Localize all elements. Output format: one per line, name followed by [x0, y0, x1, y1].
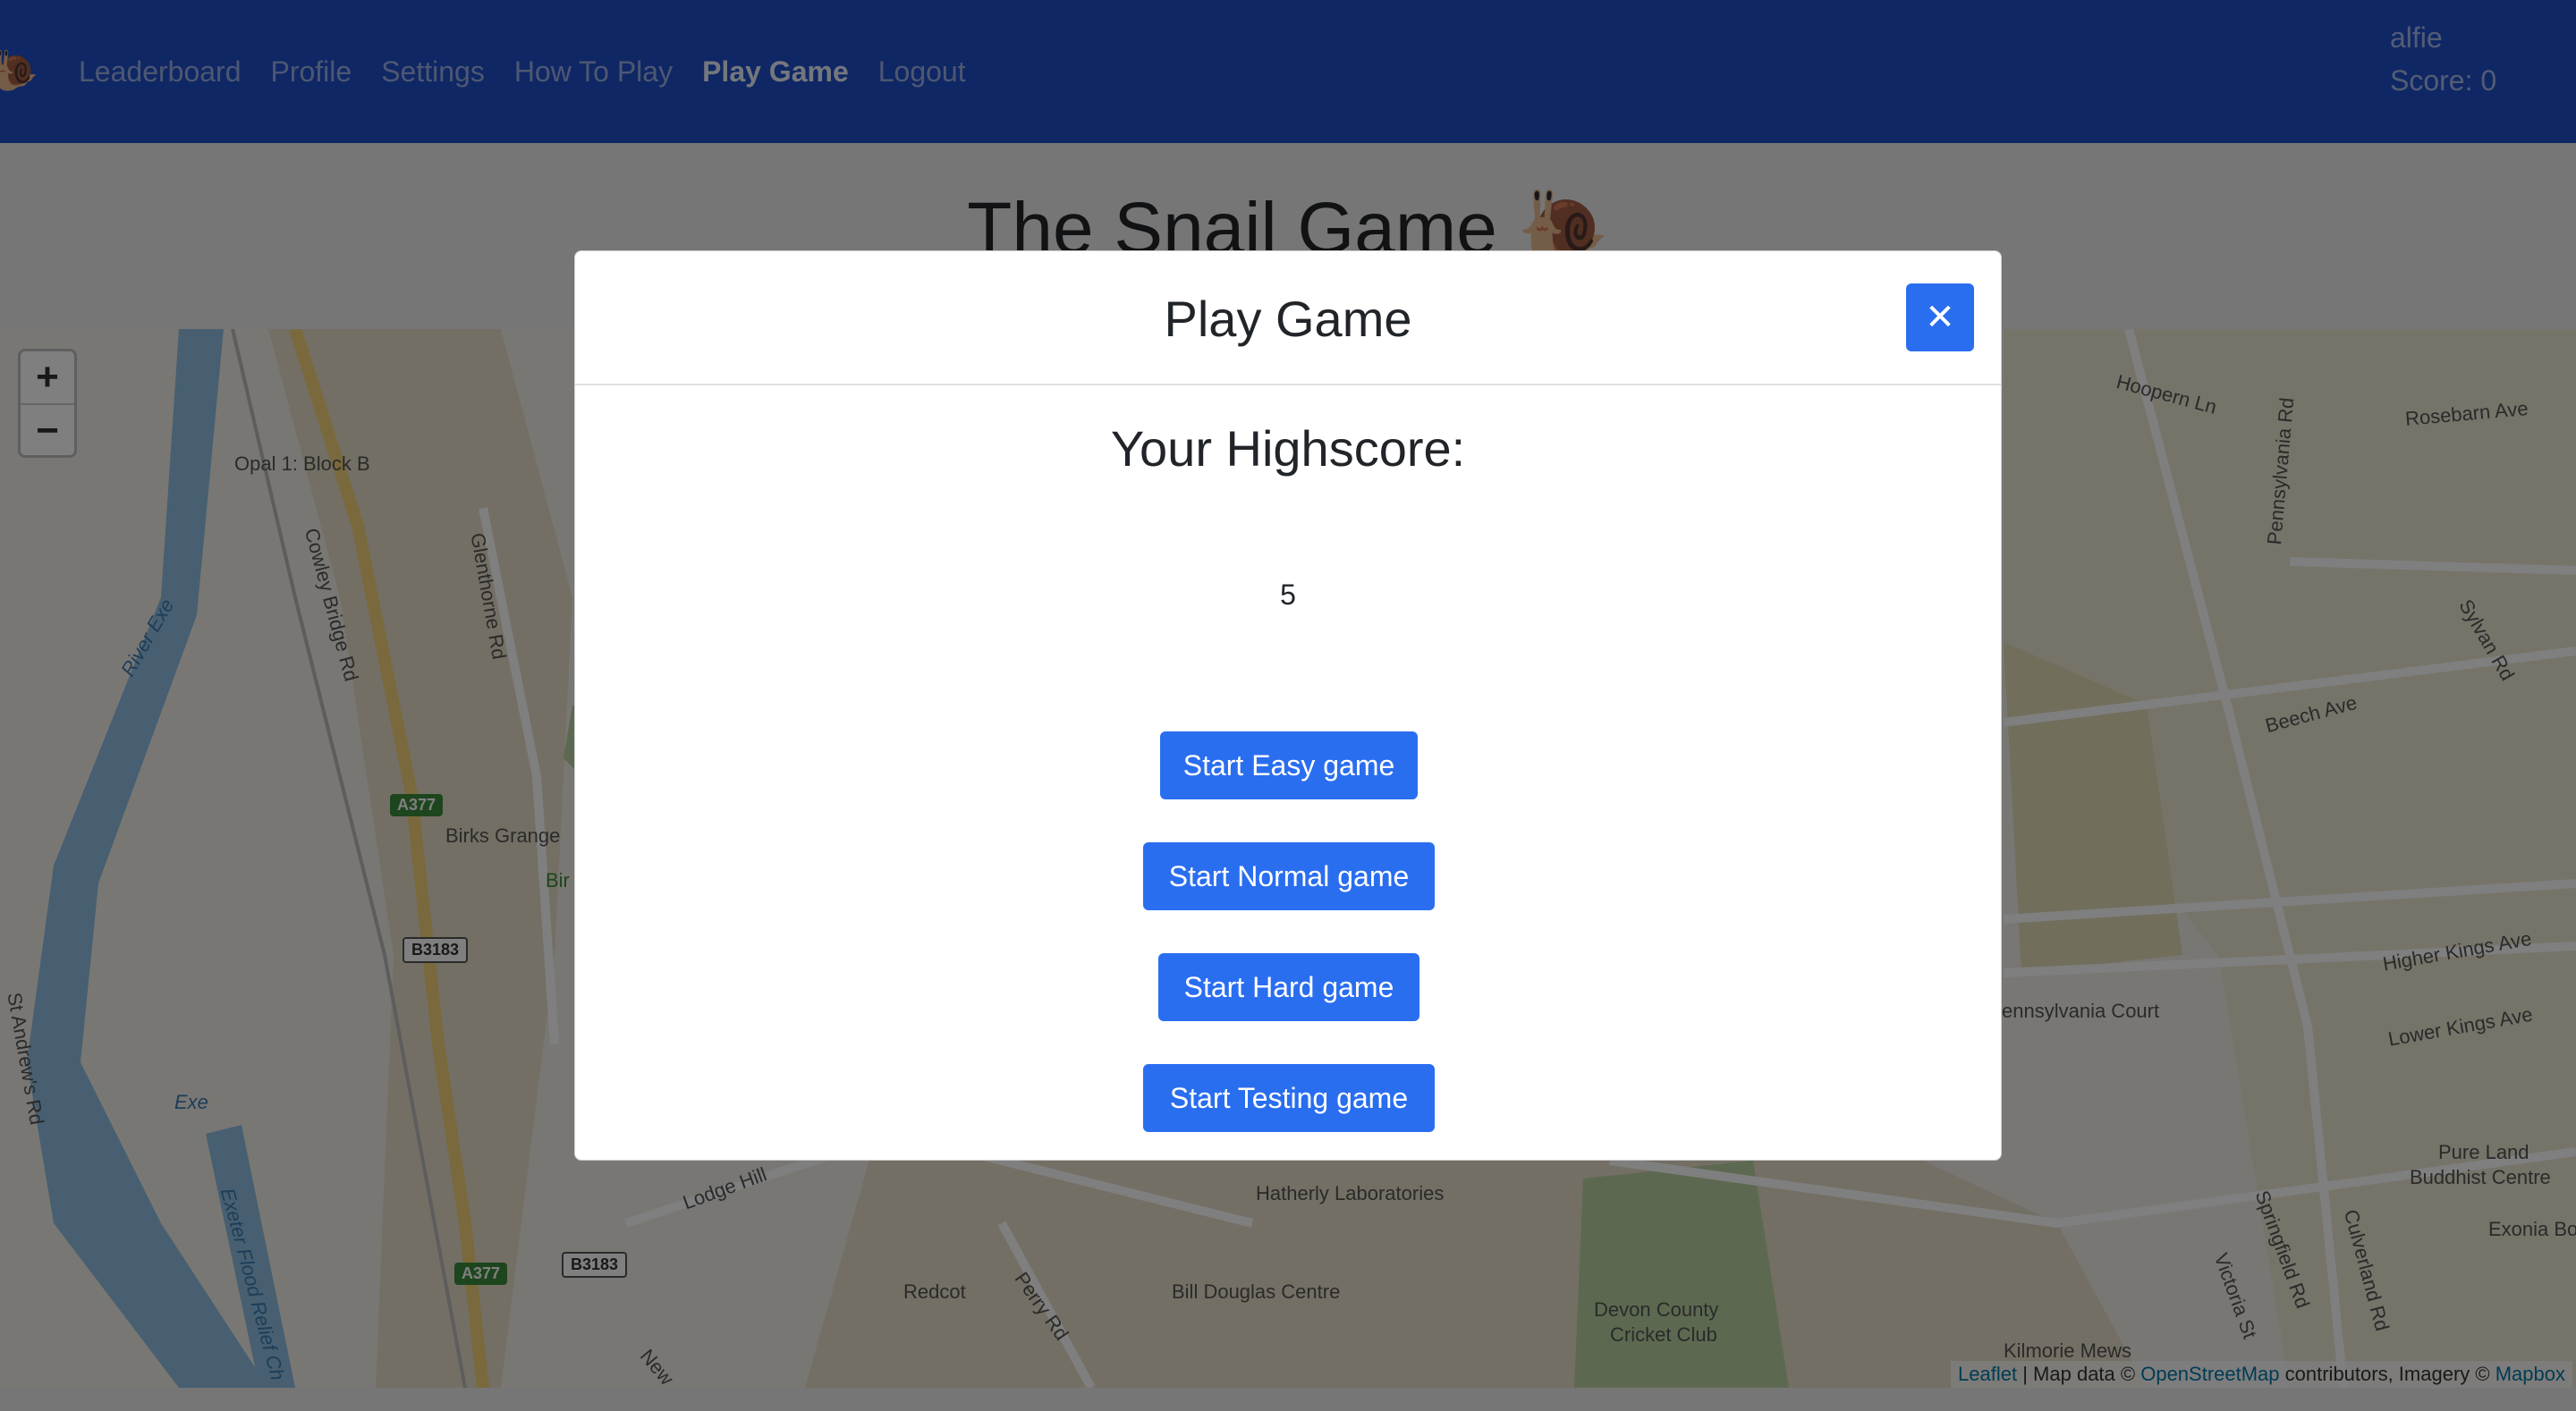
start-easy-game-button[interactable]: Start Easy game	[1160, 731, 1418, 799]
start-testing-game-button[interactable]: Start Testing game	[1143, 1064, 1435, 1132]
modal-header: Play Game ✕	[575, 251, 2001, 385]
start-hard-game-button[interactable]: Start Hard game	[1158, 953, 1419, 1021]
modal-title: Play Game	[1164, 291, 1412, 347]
close-icon: ✕	[1925, 298, 1955, 337]
close-button[interactable]: ✕	[1906, 283, 1974, 351]
play-game-modal: Play Game ✕ Your Highscore: 5 Start Easy…	[574, 250, 2002, 1161]
highscore-label: Your Highscore:	[1110, 420, 1466, 477]
start-normal-game-button[interactable]: Start Normal game	[1143, 842, 1435, 910]
highscore-value: 5	[1280, 579, 1296, 611]
